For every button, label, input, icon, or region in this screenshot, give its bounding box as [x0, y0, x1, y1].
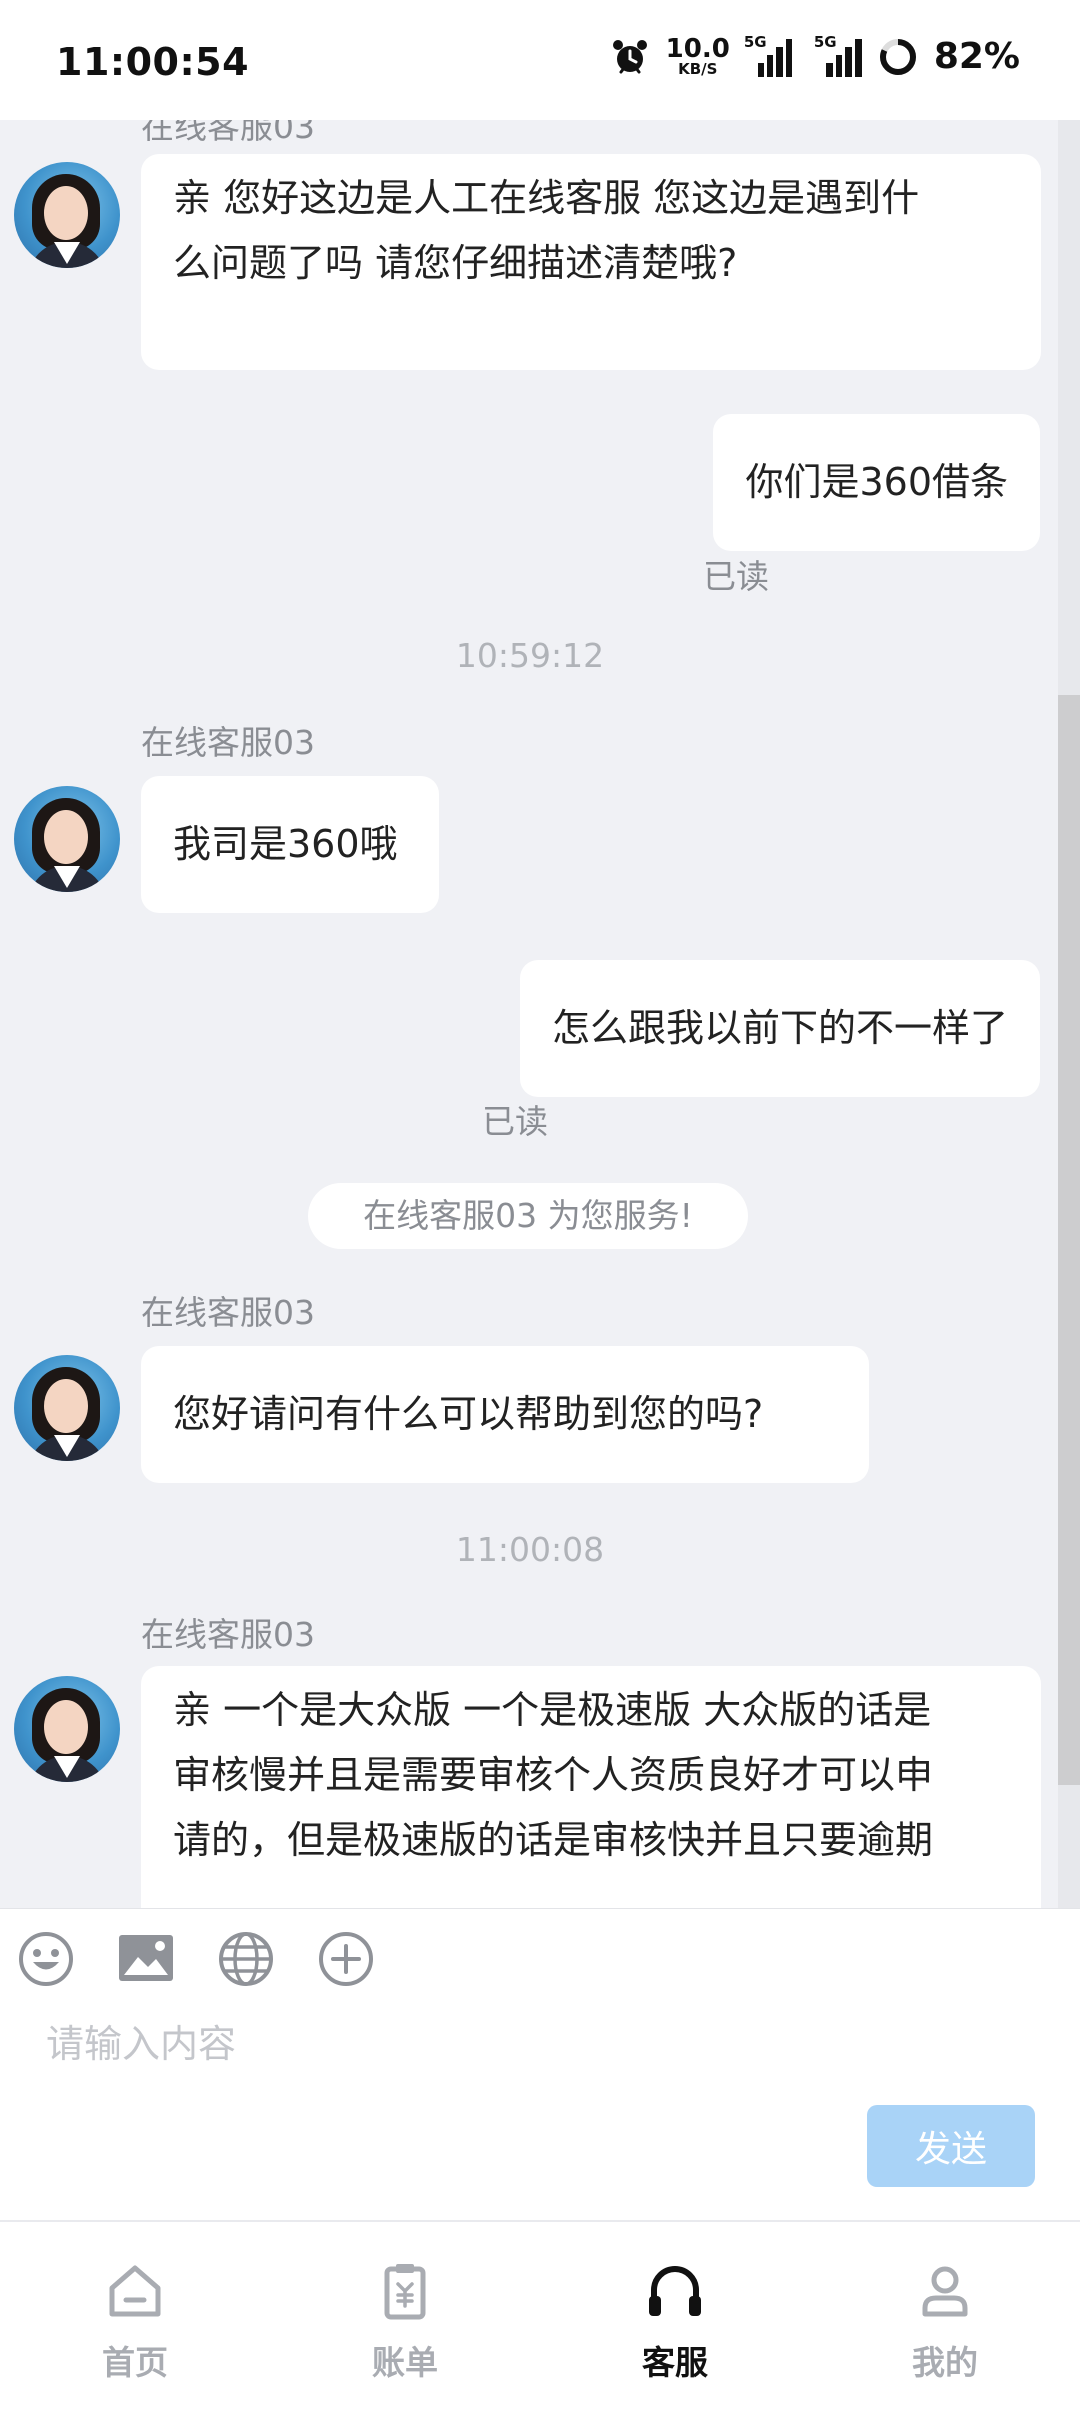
- bill-icon: [384, 2264, 426, 2320]
- read-receipt: 已读: [703, 557, 769, 596]
- message-bubble-incoming: 我司是360哦: [141, 776, 439, 913]
- nav-item-home[interactable]: 首页: [0, 2222, 270, 2416]
- emoji-icon[interactable]: [16, 1929, 76, 1989]
- nav-label: 首页: [102, 2343, 168, 2382]
- signal-icon-2: 5G: [808, 33, 862, 77]
- message-bubble-outgoing: 你们是360借条: [713, 414, 1040, 551]
- message-bubble-incoming: 亲 您好这边是人工在线客服 您这边是遇到什 么问题了吗 请您仔细描述清楚哦?: [141, 154, 1041, 370]
- home-icon: [109, 2265, 161, 2317]
- message-bubble-incoming: 您好请问有什么可以帮助到您的吗?: [141, 1346, 869, 1483]
- globe-icon[interactable]: [216, 1929, 276, 1989]
- read-receipt: 已读: [482, 1102, 548, 1141]
- bottom-nav: 首页 账单 客服 我的: [0, 2220, 1080, 2416]
- nav-item-profile[interactable]: 我的: [810, 2222, 1080, 2416]
- scrollbar-thumb[interactable]: [1058, 695, 1080, 1785]
- message-bubble-incoming: 亲 一个是大众版 一个是极速版 大众版的话是 审核慢并且是需要审核个人资质良好才…: [141, 1666, 1041, 1908]
- agent-avatar: [14, 786, 120, 892]
- nav-item-bill[interactable]: 账单: [270, 2222, 540, 2416]
- alarm-icon: [612, 39, 647, 73]
- status-bar: 11:00:54 10.0 KB/S 5G 5G 82%: [0, 0, 1080, 120]
- scrollbar[interactable]: [1058, 120, 1080, 1908]
- nav-label: 客服: [642, 2343, 708, 2382]
- timestamp: 10:59:12: [455, 636, 605, 675]
- nav-label: 我的: [912, 2343, 978, 2382]
- timestamp: 11:00:08: [455, 1530, 605, 1569]
- sender-name: 在线客服03: [141, 723, 315, 762]
- headset-icon: [649, 2266, 701, 2316]
- message-input[interactable]: [46, 2009, 1026, 2079]
- sender-name: 在线客服03: [141, 120, 315, 146]
- plus-circle-icon[interactable]: [316, 1929, 376, 1989]
- battery-icon: [879, 38, 916, 75]
- chat-area[interactable]: 在线客服03 亲 您好这边是人工在线客服 您这边是遇到什 么问题了吗 请您仔细描…: [0, 120, 1080, 1908]
- image-icon[interactable]: [116, 1929, 176, 1989]
- network-speed: 10.0 KB/S: [665, 34, 730, 78]
- profile-icon: [922, 2266, 968, 2317]
- nav-item-service[interactable]: 客服: [540, 2222, 810, 2416]
- status-icons: 10.0 KB/S 5G 5G 82%: [610, 33, 1020, 78]
- composer: 发送: [0, 1908, 1080, 2221]
- system-notice: 在线客服03 为您服务!: [308, 1183, 748, 1249]
- agent-avatar: [14, 1676, 120, 1782]
- send-button[interactable]: 发送: [867, 2105, 1035, 2187]
- status-time: 11:00:54: [56, 40, 250, 84]
- nav-label: 账单: [372, 2343, 438, 2382]
- battery-level: 82%: [933, 36, 1020, 77]
- signal-icon: 5G: [744, 33, 792, 77]
- sender-name: 在线客服03: [141, 1293, 315, 1332]
- message-bubble-outgoing: 怎么跟我以前下的不一样了: [519, 960, 1040, 1097]
- sender-name: 在线客服03: [141, 1615, 315, 1654]
- agent-avatar: [14, 162, 120, 268]
- agent-avatar: [14, 1355, 120, 1461]
